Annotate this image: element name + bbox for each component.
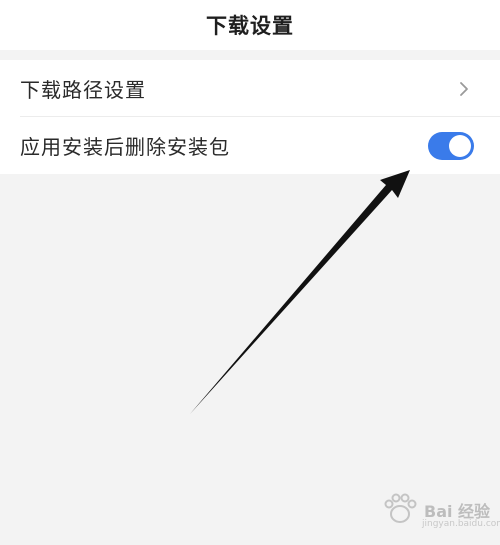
delete-package-after-install-label: 应用安装后删除安装包	[20, 135, 230, 159]
chevron-right-icon	[460, 81, 468, 96]
toggle-knob	[449, 134, 471, 157]
watermark-subtext: jingyan.baidu.com	[422, 519, 500, 529]
settings-list: 下载路径设置 应用安装后删除安装包	[0, 60, 500, 174]
paw-logo-icon	[384, 493, 417, 523]
page-title: 下载设置	[206, 14, 294, 38]
download-path-setting-label: 下载路径设置	[20, 78, 146, 102]
baidu-jingyan-watermark: Bai 经验 jingyan.baidu.com	[380, 492, 500, 532]
download-path-setting-row[interactable]: 下载路径设置	[0, 60, 500, 117]
section-gap	[0, 50, 500, 60]
delete-package-after-install-row: 应用安装后删除安装包	[0, 117, 500, 174]
top-bar: 下载设置	[0, 0, 500, 50]
delete-package-toggle[interactable]	[428, 131, 474, 160]
